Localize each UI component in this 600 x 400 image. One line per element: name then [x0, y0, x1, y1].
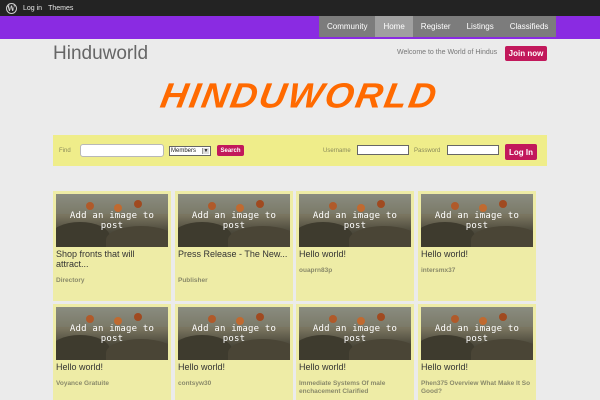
wordpress-icon[interactable]: W: [3, 0, 19, 16]
find-input[interactable]: [80, 144, 164, 157]
post-card[interactable]: Add an image to post Hello world! intersmx…: [418, 191, 536, 301]
search-type-select[interactable]: Members ▼: [169, 146, 211, 156]
nav-item-home[interactable]: Home: [375, 16, 413, 37]
post-author[interactable]: Voyance Gratuite: [56, 380, 168, 388]
post-card[interactable]: Add an image to post Hello world! contsyw3…: [175, 304, 293, 400]
post-card[interactable]: Add an image to post Hello world! Immediat…: [296, 304, 414, 400]
post-thumbnail[interactable]: Add an image to post: [299, 194, 411, 247]
post-title[interactable]: Hello world!: [421, 362, 533, 372]
thumbnail-placeholder-text: Add an image to post: [191, 324, 277, 344]
post-title[interactable]: Hello world!: [56, 362, 168, 372]
post-title[interactable]: Hello world!: [178, 362, 290, 372]
post-thumbnail[interactable]: Add an image to post: [299, 307, 411, 360]
post-author[interactable]: intersmx37: [421, 267, 533, 275]
post-author[interactable]: Immediate Systems Of male enchacement Cl…: [299, 380, 411, 396]
site-logo[interactable]: HINDUWORLD: [66, 76, 532, 115]
post-thumbnail[interactable]: Add an image to post: [421, 194, 533, 247]
post-thumbnail[interactable]: Add an image to post: [178, 194, 290, 247]
thumbnail-placeholder-text: Add an image to post: [69, 211, 155, 231]
logo-text: HINDUWORLD: [157, 76, 441, 115]
post-author[interactable]: Publisher: [178, 277, 290, 285]
nav-item-register[interactable]: Register: [413, 16, 459, 37]
post-author[interactable]: Directory: [56, 277, 168, 285]
post-thumbnail[interactable]: Add an image to post: [178, 307, 290, 360]
main-nav: Community Home Register Listings Classif…: [0, 16, 600, 39]
post-author[interactable]: Phen375 Overview What Make It So Good?: [421, 380, 533, 396]
username-input[interactable]: [357, 145, 409, 155]
post-card[interactable]: Add an image to post Hello world! Phen375 …: [418, 304, 536, 400]
post-thumbnail[interactable]: Add an image to post: [421, 307, 533, 360]
post-card[interactable]: Add an image to post Press Release - The …: [175, 191, 293, 301]
post-author[interactable]: contsyw30: [178, 380, 290, 388]
thumbnail-placeholder-text: Add an image to post: [312, 324, 398, 344]
thumbnail-placeholder-text: Add an image to post: [191, 211, 277, 231]
login-link[interactable]: Log in: [23, 5, 42, 12]
thumbnail-placeholder-text: Add an image to post: [312, 211, 398, 231]
post-card[interactable]: Add an image to post Hello world! Voyance …: [53, 304, 171, 400]
password-input[interactable]: [447, 145, 499, 155]
site-title[interactable]: Hinduworld: [53, 43, 148, 65]
chevron-down-icon: ▼: [202, 148, 209, 154]
post-title[interactable]: Shop fronts that will attract...: [56, 249, 168, 269]
post-title[interactable]: Hello world!: [421, 249, 533, 259]
search-button[interactable]: Search: [217, 145, 244, 156]
post-author[interactable]: ouaprn83p: [299, 267, 411, 275]
thumbnail-placeholder-text: Add an image to post: [434, 211, 520, 231]
post-card[interactable]: Add an image to post Shop fronts that wil…: [53, 191, 171, 301]
post-title[interactable]: Hello world!: [299, 362, 411, 372]
themes-link[interactable]: Themes: [48, 5, 73, 12]
admin-bar: W Log in Themes: [0, 0, 600, 16]
search-type-value: Members: [171, 148, 197, 154]
post-thumbnail[interactable]: Add an image to post: [56, 194, 168, 247]
username-label: Username: [323, 148, 351, 154]
post-title[interactable]: Hello world!: [299, 249, 411, 259]
post-card[interactable]: Add an image to post Hello world! ouaprn83…: [296, 191, 414, 301]
find-label: Find: [59, 148, 71, 154]
password-label: Password: [414, 148, 441, 154]
nav-item-listings[interactable]: Listings: [459, 16, 502, 37]
join-now-button[interactable]: Join now: [505, 46, 547, 61]
welcome-text: Welcome to the World of Hindus: [397, 49, 498, 56]
login-button[interactable]: Log In: [505, 144, 537, 160]
nav-item-community[interactable]: Community: [319, 16, 375, 37]
post-thumbnail[interactable]: Add an image to post: [56, 307, 168, 360]
nav-item-classifieds[interactable]: Classifieds: [502, 16, 557, 37]
thumbnail-placeholder-text: Add an image to post: [434, 324, 520, 344]
post-title[interactable]: Press Release - The New...: [178, 249, 290, 259]
thumbnail-placeholder-text: Add an image to post: [69, 324, 155, 344]
